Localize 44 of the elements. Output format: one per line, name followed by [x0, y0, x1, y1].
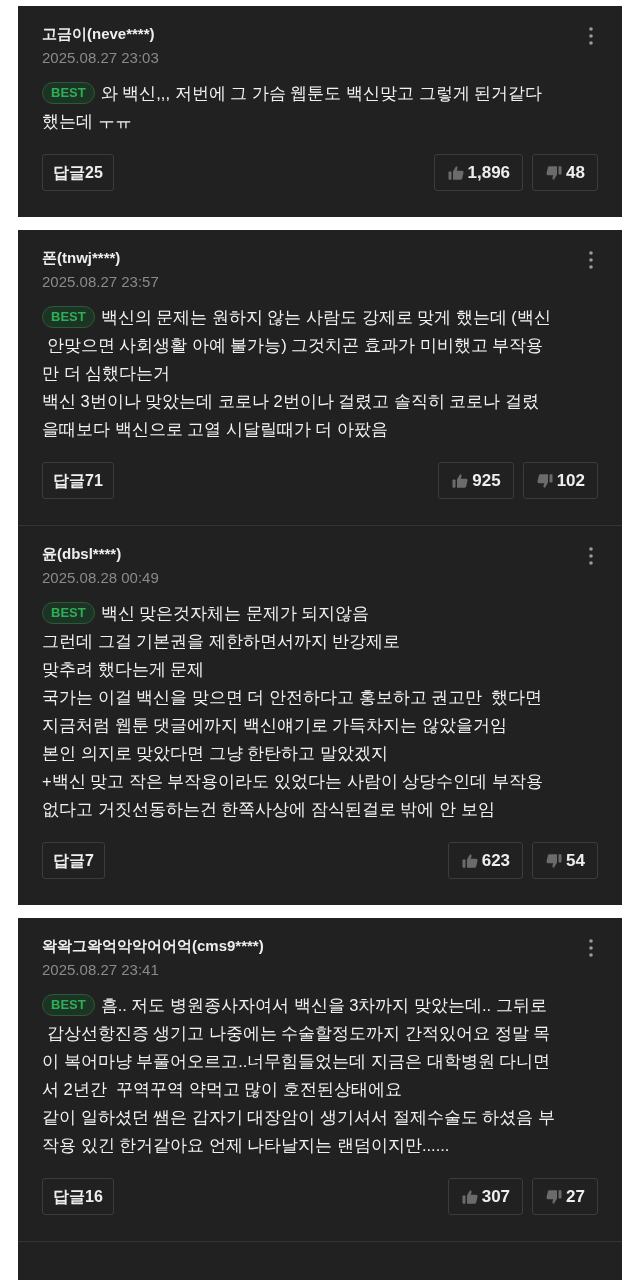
thumbs-up-icon [451, 471, 470, 490]
best-badge: BEST [42, 994, 95, 1016]
comment-date: 2025.08.27 23:57 [42, 272, 159, 292]
dislike-button[interactable]: 27 [532, 1178, 598, 1215]
more-options-icon[interactable] [588, 26, 594, 46]
like-button[interactable]: 623 [447, 842, 524, 879]
author-name: 고금이(neve****) [42, 24, 156, 44]
best-badge: BEST [42, 602, 95, 624]
author-name: 폰(tnwj****) [42, 248, 122, 268]
thumbs-down-icon [535, 471, 554, 490]
comment-text: 흠.. 저도 병원종사자여서 백신을 3차까지 맞았는데.. 그뒤로 [100, 996, 547, 1014]
thumbs-down-icon [545, 851, 564, 870]
author-name: 왁왁그왁억악악어어억(cms9****) [42, 936, 264, 956]
comment-text: 했는데 ㅜㅠ [42, 111, 133, 132]
reply-button[interactable]: 답글7 [42, 842, 105, 879]
thumbs-up-icon [446, 163, 465, 182]
comment-text: 그런데 그걸 기본권을 제한하면서까지 반강제로 맞추려 했다는게 문제 국가는 이걸 백신을 맞으면 더 안전하다고 홍보하고 권고만 했다면 지금처럼 웹툰 댓글에까지 백신얘기로 가득차지는 않았을거임 본인 의지로 맞았다면 그냥 한탄하고 말았겠지 +백신 맞고 작은 부작용이라도 있었다는 사람이 상당수인데 부작용 없다고 거짓선동하는건 한쪽사상에 잠식된걸로 밖에 안 보임 [42, 631, 544, 820]
comment-text: 갑상선항진증 생기고 나중에는 수술할정도까지 간적있어요 정말 목 이 복어마냥 부풀어오르고..너무힘들었는데 지금은 대학병원 다니면 서 2년간 꾸역꾸역 약먹고 많이 호전된상태에요 같이 일하셨던 쌤은 갑자기 대장암이 생기셔서 절제수술도 하셨음 부 작용 있긴 한거같아요 언제 나타날지는 랜덤이지만...... [42, 1023, 556, 1156]
dislike-button[interactable]: 102 [522, 462, 598, 499]
comment-date: 2025.08.28 00:49 [42, 568, 159, 588]
like-button[interactable]: 307 [447, 1178, 524, 1215]
like-button[interactable]: 1,896 [433, 154, 524, 191]
comment-date: 2025.08.27 23:41 [42, 960, 160, 980]
dislike-button[interactable]: 48 [532, 154, 598, 191]
thumbs-down-icon [545, 1187, 564, 1206]
thumbs-up-icon [460, 851, 479, 870]
comment-text: 와 백신,,, 저번에 그 가슴 웹툰도 백신맞고 그렇게 된거같다 [100, 84, 543, 102]
more-options-icon[interactable] [588, 546, 594, 566]
reply-button[interactable]: 답글25 [42, 154, 114, 191]
like-button[interactable]: 925 [438, 462, 514, 499]
reply-button[interactable]: 답글16 [42, 1178, 114, 1215]
best-badge: BEST [42, 306, 95, 328]
comment-text: 안맞으면 사회생활 아예 불가능) 그것치곤 효과가 미비했고 부작용 만 더 심했다는거 백신 3번이나 맞았는데 코로나 2번이나 걸렸고 솔직히 코로나 걸렸 을때보다 백신으로 고열 시달릴때가 더 아팠음 [42, 335, 545, 440]
thumbs-up-icon [460, 1187, 479, 1206]
dislike-button[interactable]: 54 [532, 842, 598, 879]
more-options-icon[interactable] [588, 938, 594, 958]
comment-text: 백신의 문제는 원하지 않는 사람도 강제로 맞게 했는데 (백신 [100, 308, 551, 326]
more-options-icon[interactable] [588, 250, 594, 270]
thumbs-down-icon [545, 163, 564, 182]
author-name: 윤(dbsl****) [42, 544, 123, 564]
reply-button[interactable]: 답글71 [42, 462, 114, 499]
comment-text: 백신 맞은것자체는 문제가 되지않음 [100, 604, 370, 622]
best-badge: BEST [42, 82, 95, 104]
comment-date: 2025.08.27 23:03 [42, 48, 159, 68]
